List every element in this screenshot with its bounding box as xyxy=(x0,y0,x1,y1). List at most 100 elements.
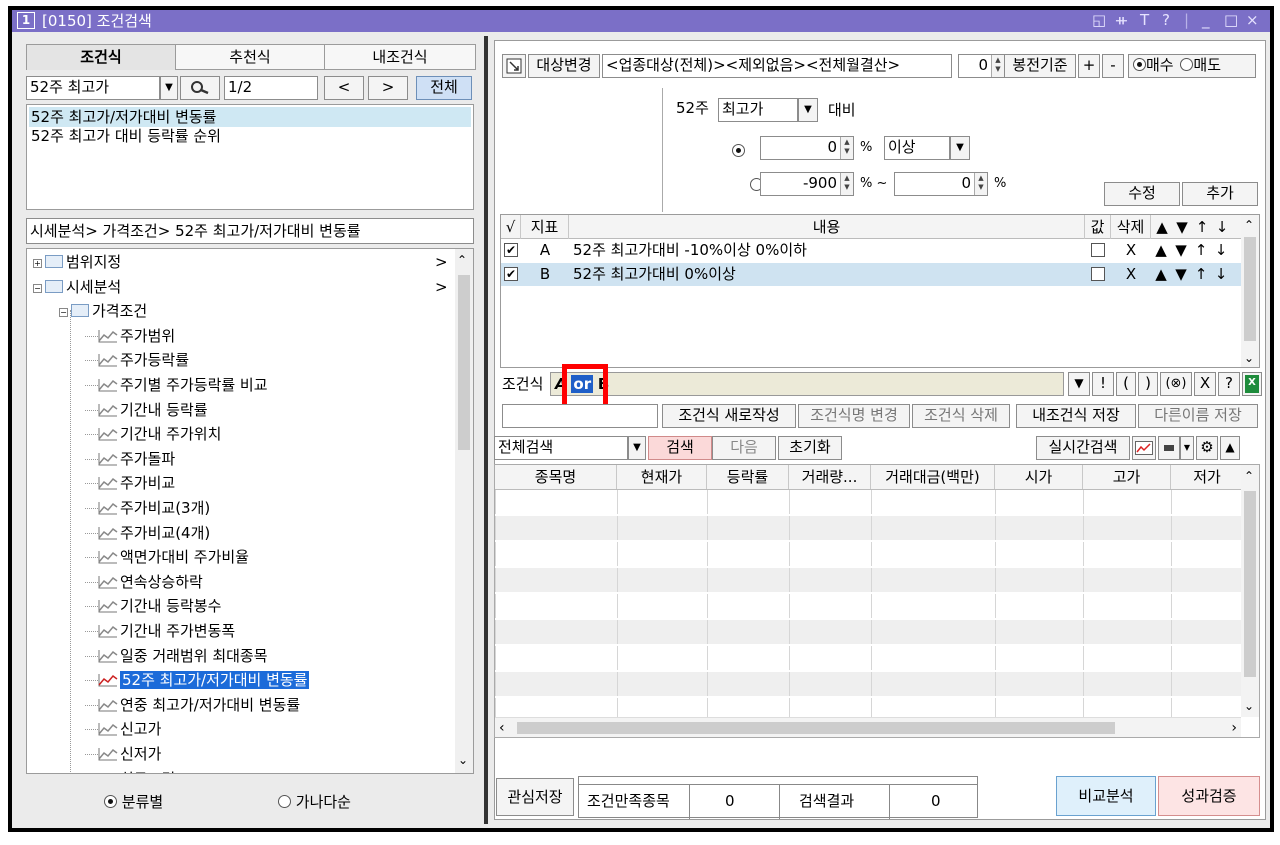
columns-dropdown-icon[interactable]: ▼ xyxy=(1180,436,1194,460)
price-type-dropdown-icon[interactable]: ▼ xyxy=(798,98,818,122)
close-icon[interactable]: × xyxy=(1246,10,1259,31)
close-paren-button[interactable]: ) xyxy=(1138,372,1158,396)
panel-splitter[interactable] xyxy=(484,36,488,824)
clear-formula-button[interactable]: X xyxy=(1194,372,1216,396)
table-row[interactable] xyxy=(495,490,1241,515)
row-checkbox[interactable]: ✔ xyxy=(504,243,518,257)
column-change-rate[interactable]: 등락률 xyxy=(707,465,789,489)
table-row[interactable] xyxy=(495,620,1241,645)
column-low[interactable]: 저가 xyxy=(1171,465,1243,489)
tree-item[interactable]: 주가범위 xyxy=(85,324,175,348)
results-hscrollbar-thumb[interactable] xyxy=(517,722,1115,734)
tab-conditions[interactable]: 조건식 xyxy=(26,44,176,70)
tree-item[interactable]: 주가돌파 xyxy=(85,447,175,471)
tree-item[interactable]: 주가등락률 xyxy=(85,348,189,372)
table-row[interactable] xyxy=(495,594,1241,619)
tree-folder[interactable]: − 시세분석 xyxy=(33,275,121,299)
option2-from-spinner-icon[interactable]: ▲ ▼ xyxy=(840,173,853,195)
option1-radio-icon[interactable] xyxy=(732,144,745,157)
expander-icon[interactable]: + xyxy=(33,259,42,268)
add-condition-button[interactable]: 추가 xyxy=(1182,182,1258,206)
xor-button[interactable]: (⊗) xyxy=(1160,372,1192,396)
edit-condition-button[interactable]: 수정 xyxy=(1104,182,1180,206)
tree-item[interactable]: 기간내 등락률 xyxy=(85,398,208,422)
search-scope-select[interactable]: 전체검색 xyxy=(494,436,628,460)
chart-icon[interactable] xyxy=(1132,436,1156,460)
results-vscrollbar-thumb[interactable] xyxy=(1244,491,1256,677)
search-icon[interactable] xyxy=(180,76,220,100)
price-type-select[interactable]: 최고가 xyxy=(718,98,798,122)
collapse-up-icon[interactable]: ▲ xyxy=(1220,436,1240,460)
value-checkbox[interactable] xyxy=(1091,243,1105,257)
plus-button[interactable]: + xyxy=(1078,54,1100,78)
delete-row-button[interactable]: X xyxy=(1111,263,1151,286)
reset-button[interactable]: 초기화 xyxy=(778,436,842,460)
sell-radio-icon[interactable] xyxy=(1180,58,1194,71)
buy-radio-icon[interactable] xyxy=(1133,58,1146,71)
submenu-arrow-icon[interactable]: > xyxy=(435,250,448,274)
list-item[interactable]: 52주 최고가 대비 등락률 순위 xyxy=(31,126,221,146)
move-down-icon[interactable]: ▼ xyxy=(1171,239,1191,262)
tab-my-conditions[interactable]: 내조건식 xyxy=(324,44,476,70)
formula-dropdown-icon[interactable]: ▼ xyxy=(1068,372,1090,396)
value-checkbox[interactable] xyxy=(1091,267,1105,281)
tree-item[interactable]: 주가비교(3개) xyxy=(85,496,210,520)
target-settings-icon[interactable] xyxy=(502,54,526,78)
results-hscrollbar[interactable]: ‹ › xyxy=(495,717,1241,737)
tree-item[interactable]: 일중 거래범위 최대종목 xyxy=(85,644,268,668)
next-page-button[interactable]: > xyxy=(368,76,408,100)
sort-alphabetical-radio[interactable]: 가나다순 xyxy=(278,792,351,812)
layout-icon[interactable]: ◱ xyxy=(1092,10,1106,31)
option1-operator-select[interactable]: 이상 xyxy=(884,136,950,160)
indicator-scrollbar-thumb[interactable] xyxy=(1244,237,1256,341)
indicator-scrollbar[interactable]: ⌃ ⌄ xyxy=(1241,215,1259,367)
tree-item[interactable]: 주가비교 xyxy=(85,471,175,495)
compare-analysis-button[interactable]: 비교분석 xyxy=(1056,776,1156,816)
move-top-icon[interactable]: ↑ xyxy=(1191,239,1211,262)
minus-button[interactable]: - xyxy=(1102,54,1124,78)
expander-icon[interactable]: − xyxy=(59,308,68,318)
move-bottom-icon[interactable]: ↓ xyxy=(1211,239,1231,262)
all-button[interactable]: 전체 xyxy=(416,76,472,100)
search-scope-dropdown-icon[interactable]: ▼ xyxy=(628,436,646,460)
next-results-button[interactable]: 다음 xyxy=(712,436,776,460)
move-bottom-icon[interactable]: ↓ xyxy=(1211,263,1231,286)
column-volume[interactable]: 거래량... xyxy=(789,465,871,489)
results-vscrollbar[interactable]: ⌃ ⌄ xyxy=(1241,465,1259,717)
indicator-row[interactable]: ✔ A 52주 최고가대비 -10%이상 0%이하 X ▲ ▼ ↑ ↓ xyxy=(501,239,1241,262)
table-row[interactable] xyxy=(495,516,1241,541)
gear-icon[interactable]: ⚙ xyxy=(1196,436,1218,460)
tree-item[interactable]: 기간내 주가위치 xyxy=(85,422,221,446)
tree-item[interactable]: 액면가대비 주가비율 xyxy=(85,545,249,569)
formula-name-input[interactable] xyxy=(502,404,658,428)
tree-item[interactable]: 주가비교(4개) xyxy=(85,521,210,545)
font-icon[interactable]: T xyxy=(1140,10,1149,31)
tree-folder[interactable]: − 가격조건 xyxy=(59,299,147,323)
delete-row-button[interactable]: X xyxy=(1111,239,1151,262)
option1-operator-dropdown-icon[interactable]: ▼ xyxy=(950,136,970,160)
tree-item[interactable]: 최근조건 xyxy=(85,767,175,773)
not-operator-button[interactable]: ! xyxy=(1092,372,1114,396)
save-my-formula-button[interactable]: 내조건식 저장 xyxy=(1016,404,1136,428)
move-down-icon[interactable]: ▼ xyxy=(1171,263,1191,286)
column-stock-name[interactable]: 종목명 xyxy=(495,465,617,489)
bar-offset-spinner-icon[interactable]: ▲ ▼ xyxy=(991,55,1004,77)
tree-scrollbar[interactable]: ⌃ ⌄ xyxy=(455,249,473,773)
table-row[interactable] xyxy=(495,646,1241,671)
option1-spinner-icon[interactable]: ▲ ▼ xyxy=(840,137,853,159)
excel-icon[interactable]: X xyxy=(1242,372,1262,396)
column-open[interactable]: 시가 xyxy=(995,465,1083,489)
maximize-icon[interactable]: □ xyxy=(1224,10,1238,31)
table-row[interactable] xyxy=(495,568,1241,593)
watch-save-button[interactable]: 관심저장 xyxy=(496,778,574,816)
pin-icon[interactable]: ᚑ xyxy=(1116,10,1127,31)
category-select[interactable]: 52주 최고가 xyxy=(26,76,160,100)
performance-check-button[interactable]: 성과검증 xyxy=(1158,776,1260,816)
tree-item[interactable]: 신고가 xyxy=(85,717,161,741)
save-as-button[interactable]: 다른이름 저장 xyxy=(1138,404,1258,428)
sort-by-category-radio[interactable]: 분류별 xyxy=(104,792,163,812)
move-up-icon[interactable]: ▲ xyxy=(1151,239,1171,262)
move-up-icon[interactable]: ▲ xyxy=(1151,263,1171,286)
minimize-icon[interactable]: _ xyxy=(1202,10,1210,31)
target-change-button[interactable]: 대상변경 xyxy=(528,54,600,78)
